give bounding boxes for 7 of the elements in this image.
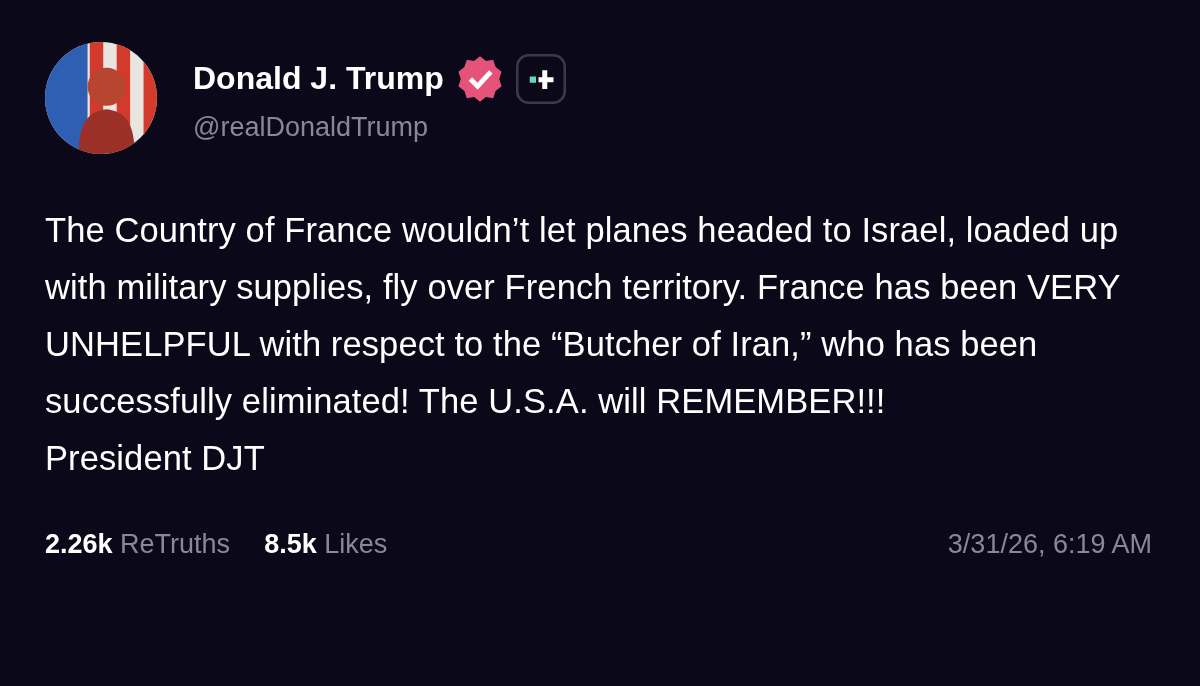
engagement-count: 2.26k ReTruths [45,529,231,560]
post-text: The Country of France wouldn’t let planes headed to Israel, loaded up with military supplies, fly over French territory. France has been VERY UNHELPFUL with respect to the “Butcher of Iran,” who has been successfully eliminated! The U.S.A. will REMEMBER!!! President DJT [45,210,1122,479]
engagement-count: 8.5k Likes [264,529,388,560]
display-name: Donald J. Trump [193,60,444,97]
timestamp: 3/31/26, 6:19 AM [947,529,1152,560]
add-icon[interactable] [515,53,566,104]
username: @realDonaldTrump [193,111,429,143]
